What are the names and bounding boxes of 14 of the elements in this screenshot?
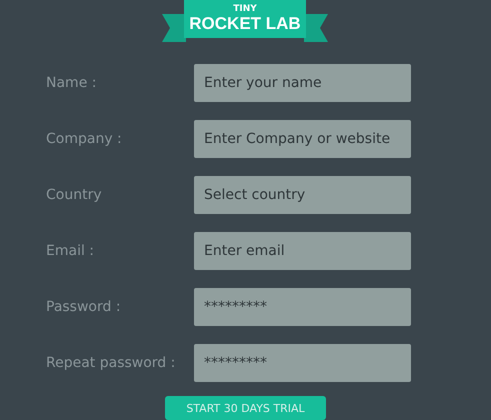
input-field[interactable]: Enter Company or website — [194, 120, 411, 158]
field-label: Company : — [46, 131, 123, 148]
password-field[interactable]: ********* — [194, 344, 411, 382]
password-field[interactable]: ********* — [194, 288, 411, 326]
field-label: Country — [46, 187, 103, 204]
logo-text: TINY — [233, 4, 257, 14]
field-label: Email : — [46, 243, 96, 260]
field-label: Name : — [46, 75, 98, 92]
input-field[interactable]: Enter your name — [194, 64, 411, 102]
logo-text: ROCKET LAB — [189, 14, 301, 34]
field-label: Password : — [46, 299, 122, 316]
field-label: Repeat password : — [46, 355, 176, 372]
input-field[interactable]: Enter email — [194, 232, 411, 270]
country-select[interactable]: Select country — [194, 176, 411, 214]
